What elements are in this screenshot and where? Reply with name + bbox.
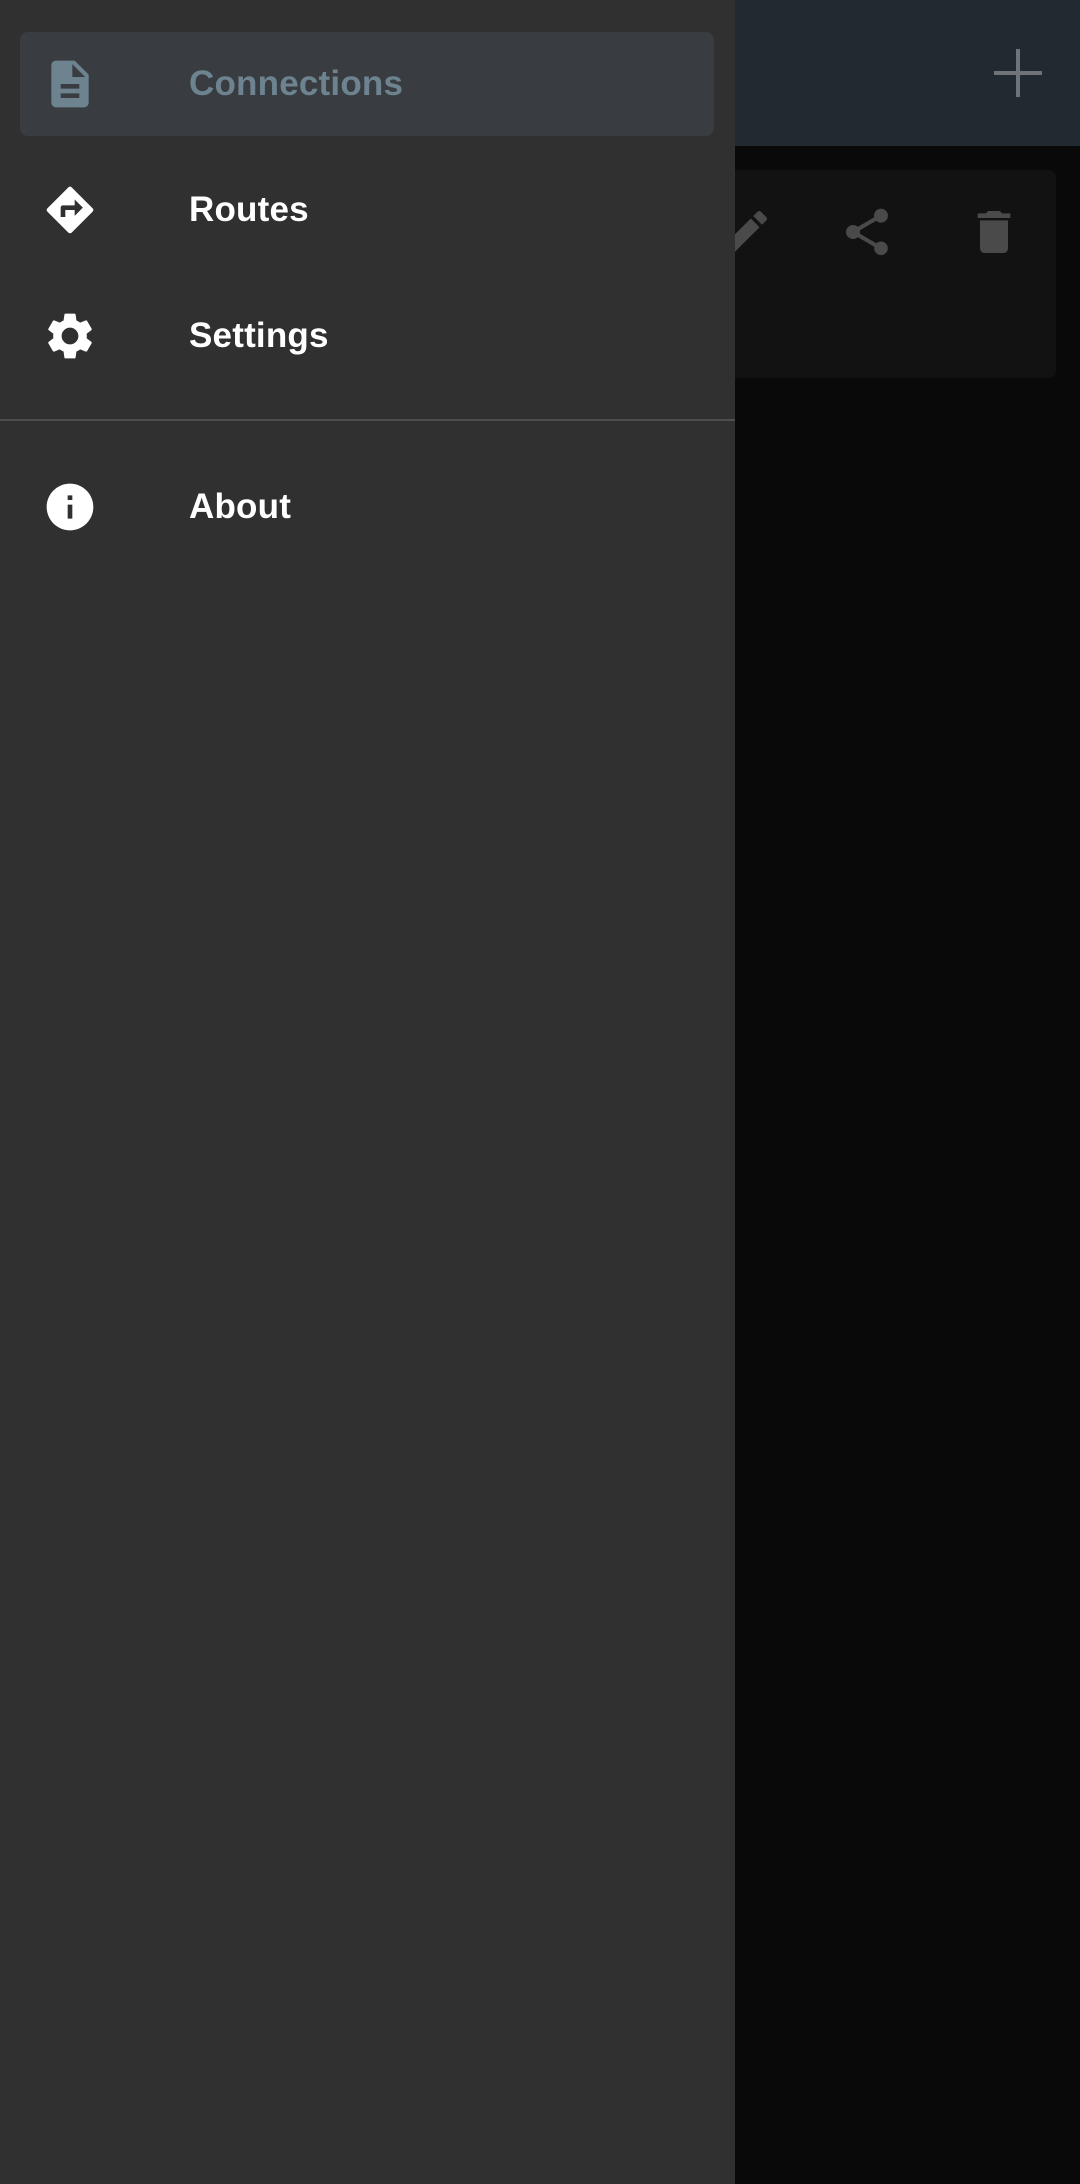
share-button[interactable]	[827, 192, 907, 272]
info-icon	[42, 479, 98, 535]
screen: Connections Routes Settings About	[0, 0, 1080, 2184]
nav-item-label: Routes	[189, 190, 309, 229]
nav-item-connections[interactable]: Connections	[20, 32, 714, 136]
nav-item-label: Settings	[189, 316, 329, 355]
document-icon	[42, 56, 98, 112]
connection-card[interactable]	[700, 170, 1056, 378]
navigation-drawer: Connections Routes Settings About	[0, 0, 735, 2184]
share-icon	[846, 208, 888, 256]
plus-icon	[994, 49, 1042, 97]
nav-item-settings[interactable]: Settings	[20, 284, 714, 388]
add-connection-button[interactable]	[970, 30, 1066, 116]
directions-icon	[42, 182, 98, 238]
delete-button[interactable]	[954, 192, 1034, 272]
drawer-divider	[0, 419, 735, 421]
gear-icon	[42, 308, 98, 364]
nav-item-about[interactable]: About	[20, 455, 714, 559]
nav-item-routes[interactable]: Routes	[20, 158, 714, 262]
nav-item-label: Connections	[189, 64, 404, 103]
delete-icon	[977, 211, 1011, 253]
nav-item-label: About	[189, 487, 292, 526]
